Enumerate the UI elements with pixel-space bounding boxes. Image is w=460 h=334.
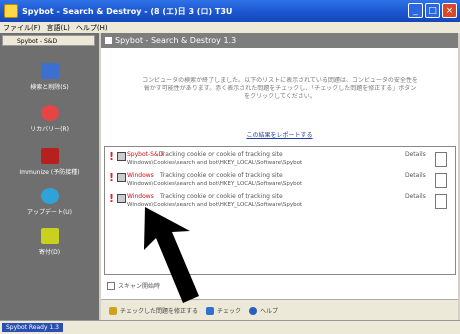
immunize-icon	[40, 148, 59, 164]
help-button[interactable]: ヘルプ	[260, 306, 278, 315]
result-name: Spybot-S&D	[127, 151, 164, 158]
status-text: Spybot Ready 1.3	[2, 323, 63, 332]
main-panel: Spybot - Search & Destroy 1.3 コンピュータの検索が…	[101, 33, 458, 321]
intro-line: をクリックしてください。	[244, 93, 316, 100]
window-controls: _ □ ×	[408, 3, 457, 18]
app-icon	[4, 4, 18, 18]
sidebar-tab[interactable]: Spybot - S&D	[2, 35, 95, 46]
sidebar-item-immunize[interactable]: Immunize (予防接種)	[0, 148, 99, 176]
menu-help[interactable]: ヘルプ(H)	[76, 23, 108, 33]
recovery-icon	[40, 105, 59, 121]
check-button[interactable]: チェック	[217, 306, 241, 315]
scan-option[interactable]: スキャン開始時	[107, 281, 160, 290]
update-icon	[40, 188, 59, 204]
intro-text: コンピュータの検索が終了しました。以下のリストに表示されている問題は、コンピュー…	[111, 77, 449, 101]
warning-icon: !	[109, 171, 115, 184]
title-bar: Spybot - Search & Destroy - (8 (エ)日 3 (ロ…	[0, 0, 460, 22]
scan-option-checkbox[interactable]	[107, 281, 115, 290]
close-button[interactable]: ×	[442, 3, 457, 18]
result-row[interactable]: ! Windows Tracking cookie or cookie of t…	[105, 192, 455, 212]
menu-language[interactable]: 言語(L)	[47, 23, 70, 33]
result-detail[interactable]: Details	[405, 151, 426, 158]
sidebar-item-label: 寄付(D)	[38, 249, 61, 256]
result-path: Windows\Cookies\search and bot\HKEY_LOCA…	[127, 160, 303, 166]
sidebar-item-label: 検索と削除(S)	[30, 84, 69, 91]
donate-icon	[40, 228, 59, 244]
main-header: Spybot - Search & Destroy 1.3	[101, 33, 458, 48]
menu-file[interactable]: ファイル(F)	[3, 23, 41, 33]
result-checkbox[interactable]	[117, 152, 126, 161]
sidebar-item-donate[interactable]: 寄付(D)	[0, 228, 99, 256]
intro-line: 脅かす可能性があります。赤く表示された問題をチェックし、「チェックした問題を修正…	[143, 85, 417, 92]
result-description: Tracking cookie or cookie of tracking si…	[160, 151, 283, 158]
sidebar: Spybot - S&D 検索と削除(S) リカバリー(R) Immunize …	[0, 33, 99, 320]
fix-selected-button[interactable]: チェックした問題を修正する	[120, 306, 198, 315]
intro-line: コンピュータの検索が終了しました。以下のリストに表示されている問題は、コンピュー…	[142, 77, 418, 84]
window-title: Spybot - Search & Destroy - (8 (エ)日 3 (ロ…	[22, 6, 233, 16]
results-list: ! Spybot-S&D Tracking cookie or cookie o…	[104, 146, 456, 275]
result-path: Windows\Cookies\search and bot\HKEY_LOCA…	[127, 181, 303, 187]
maximize-button[interactable]: □	[425, 3, 440, 18]
header-icon	[105, 37, 112, 44]
scan-option-label: スキャン開始時	[118, 283, 161, 290]
fix-icon	[109, 306, 117, 315]
search-destroy-icon	[40, 63, 59, 79]
result-name: Windows	[127, 172, 154, 179]
result-description: Tracking cookie or cookie of tracking si…	[160, 172, 283, 179]
sidebar-item-label: Immunize (予防接種)	[19, 169, 80, 176]
report-link[interactable]: この結果をレポートする	[101, 130, 458, 139]
document-icon[interactable]	[435, 173, 447, 188]
result-row[interactable]: ! Windows Tracking cookie or cookie of t…	[105, 171, 455, 191]
sidebar-item-search-destroy[interactable]: 検索と削除(S)	[0, 63, 99, 91]
action-bar: チェックした問題を修正する チェック ヘルプ	[101, 299, 458, 321]
sidebar-item-recovery[interactable]: リカバリー(R)	[0, 105, 99, 133]
main-title: Spybot - Search & Destroy 1.3	[115, 36, 237, 45]
result-row[interactable]: ! Spybot-S&D Tracking cookie or cookie o…	[105, 150, 455, 170]
help-icon	[249, 306, 258, 315]
document-icon[interactable]	[435, 194, 447, 209]
result-detail[interactable]: Details	[405, 172, 426, 179]
result-checkbox[interactable]	[117, 173, 126, 182]
warning-icon: !	[109, 150, 115, 163]
minimize-button[interactable]: _	[408, 3, 423, 18]
check-icon	[206, 306, 215, 315]
sidebar-item-update[interactable]: アップデート(U)	[0, 188, 99, 216]
sidebar-item-label: アップデート(U)	[26, 209, 73, 216]
menu-bar: ファイル(F) 言語(L) ヘルプ(H)	[0, 22, 460, 33]
result-description: Tracking cookie or cookie of tracking si…	[160, 193, 283, 200]
status-bar: Spybot Ready 1.3	[0, 320, 460, 334]
sidebar-item-label: リカバリー(R)	[30, 126, 69, 133]
result-path: Windows\Cookies\search and bot\HKEY_LOCA…	[127, 202, 303, 208]
document-icon[interactable]	[435, 152, 447, 167]
result-detail[interactable]: Details	[405, 193, 426, 200]
result-checkbox[interactable]	[117, 194, 126, 203]
warning-icon: !	[109, 192, 115, 205]
result-name: Windows	[127, 193, 154, 200]
